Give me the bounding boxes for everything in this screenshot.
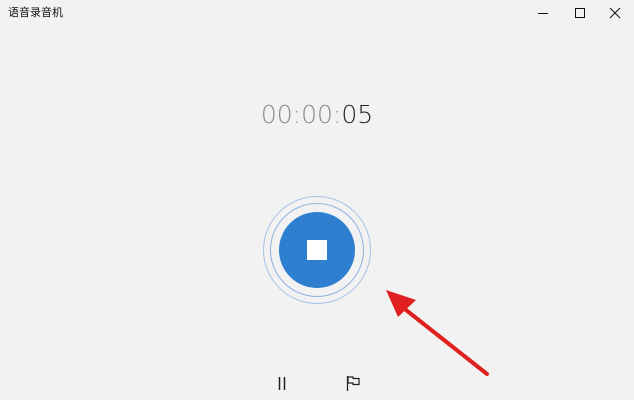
minimize-icon bbox=[538, 13, 548, 14]
title-bar: 语音录音机 bbox=[0, 0, 634, 28]
close-button[interactable] bbox=[596, 0, 634, 28]
red-arrow-annotation bbox=[386, 290, 489, 376]
stop-recording-button[interactable] bbox=[279, 212, 355, 288]
minimize-button[interactable] bbox=[523, 0, 561, 28]
timer-elapsed-prefix: 00:00: bbox=[260, 100, 342, 129]
add-marker-button[interactable] bbox=[341, 372, 365, 396]
stop-recording-control bbox=[263, 196, 371, 304]
stop-icon bbox=[307, 240, 327, 260]
pause-button[interactable] bbox=[270, 372, 294, 396]
maximize-icon bbox=[575, 8, 585, 18]
window-title: 语音录音机 bbox=[8, 6, 63, 19]
flag-icon bbox=[346, 376, 360, 391]
voice-recorder-window: 语音录音机 00:00:05 bbox=[0, 0, 634, 400]
close-icon bbox=[609, 7, 621, 19]
maximize-button[interactable] bbox=[560, 0, 598, 28]
recording-timer: 00:00:05 bbox=[0, 100, 634, 130]
timer-seconds: 05 bbox=[341, 100, 374, 129]
pause-icon bbox=[278, 377, 286, 390]
